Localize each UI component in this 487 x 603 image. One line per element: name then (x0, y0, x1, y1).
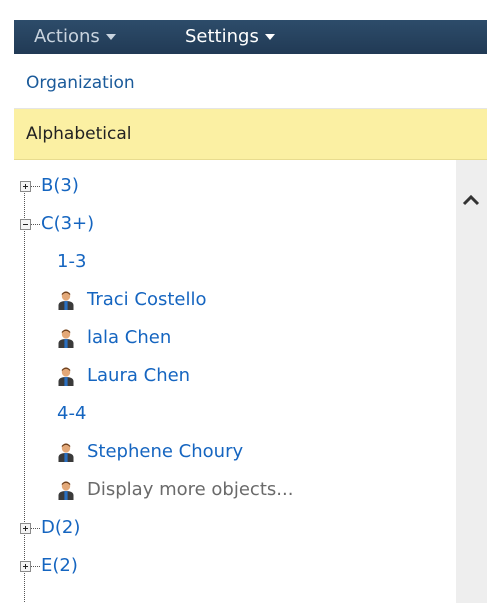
display-more-label: Display more objects... (87, 479, 294, 500)
settings-caret-icon (264, 34, 275, 40)
tree-range-1-3[interactable]: 1-3 (57, 248, 86, 276)
settings-menu-label: Settings (185, 26, 259, 47)
tab-organization[interactable]: Organization (14, 58, 487, 109)
collapse-c-icon[interactable] (20, 219, 31, 230)
user-icon (58, 291, 74, 310)
tree-group-c-label: C(3+) (41, 213, 95, 234)
tree-guide-line (24, 182, 25, 603)
settings-menu[interactable]: Settings (185, 27, 275, 47)
user-icon (58, 329, 74, 348)
tree-user-laura-chen[interactable]: Laura Chen (87, 362, 190, 390)
tab-organization-label: Organization (26, 73, 135, 93)
tree-range-label: 4-4 (57, 403, 87, 424)
tab-alphabetical[interactable]: Alphabetical (14, 109, 487, 160)
actions-caret-icon (105, 34, 116, 40)
user-name-label: Stephene Choury (87, 441, 244, 462)
tree-range-4-4[interactable]: 4-4 (57, 400, 86, 428)
tree-group-e[interactable]: E(2) (41, 552, 78, 580)
tree-group-b[interactable]: B(3) (41, 172, 79, 200)
directory-tree: B(3) C(3+) 1-3 Traci Costello lala Chen … (14, 160, 456, 603)
user-icon (58, 367, 74, 386)
user-name-label: Traci Costello (87, 289, 207, 310)
actions-menu-label: Actions (34, 26, 100, 47)
expand-d-icon[interactable] (20, 523, 31, 534)
user-name-label: lala Chen (87, 327, 172, 348)
tree-user-stephene-choury[interactable]: Stephene Choury (87, 438, 243, 466)
expand-b-icon[interactable] (20, 181, 31, 192)
tree-group-d[interactable]: D(2) (41, 514, 80, 542)
actions-menu[interactable]: Actions (34, 27, 116, 47)
expand-e-icon[interactable] (20, 561, 31, 572)
user-icon (58, 443, 74, 462)
tree-connector (31, 566, 40, 567)
user-icon (58, 481, 74, 500)
tree-connector (31, 186, 40, 187)
vertical-scrollbar[interactable] (456, 160, 487, 603)
tree-display-more-objects[interactable]: Display more objects... (87, 476, 293, 504)
user-name-label: Laura Chen (87, 365, 191, 386)
tree-range-label: 1-3 (57, 251, 87, 272)
tree-group-d-label: D(2) (41, 517, 81, 538)
tree-connector (31, 224, 40, 225)
tab-alphabetical-label: Alphabetical (26, 124, 132, 144)
top-menu-bar: Actions Settings (14, 20, 487, 54)
tree-group-b-label: B(3) (41, 175, 79, 196)
tree-connector (31, 528, 40, 529)
tree-group-e-label: E(2) (41, 555, 78, 576)
tree-user-lala-chen[interactable]: lala Chen (87, 324, 171, 352)
tree-user-traci-costello[interactable]: Traci Costello (87, 286, 207, 314)
tree-group-c[interactable]: C(3+) (41, 210, 94, 238)
chevron-up-icon[interactable] (462, 193, 480, 207)
